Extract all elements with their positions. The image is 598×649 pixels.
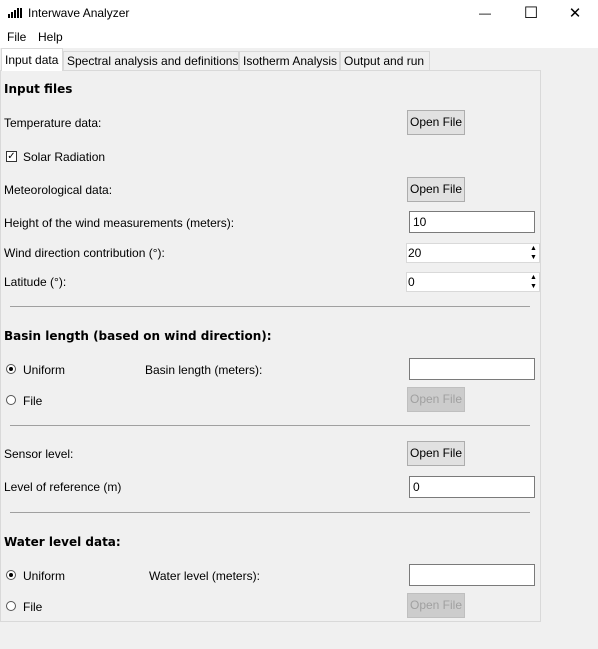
menu-help[interactable]: Help (38, 30, 63, 44)
wind-height-label: Height of the wind measurements (meters)… (4, 216, 235, 230)
tab-spectral-analysis[interactable]: Spectral analysis and definitions (63, 51, 239, 70)
water-uniform-label: Uniform (23, 569, 66, 583)
wind-direction-value: 20 (408, 246, 422, 260)
meteorological-open-file-button[interactable]: Open File (407, 177, 465, 202)
window-title: Interwave Analyzer (28, 6, 130, 20)
basin-length-label: Basin length (meters): (145, 363, 263, 377)
wind-direction-spinbox[interactable]: 20 ▲ ▼ (406, 243, 540, 263)
input-files-header: Input files (4, 82, 73, 96)
title-bar: Interwave Analyzer — ☐ ✕ (0, 0, 598, 27)
reference-level-field[interactable]: 0 (409, 476, 535, 498)
solar-radiation-label: Solar Radiation (23, 150, 106, 164)
basin-uniform-label: Uniform (23, 363, 66, 377)
spin-down-icon[interactable]: ▼ (528, 253, 539, 262)
wind-direction-label: Wind direction contribution (°): (4, 246, 165, 260)
basin-file-radio[interactable] (6, 395, 16, 405)
basin-uniform-radio[interactable] (6, 364, 16, 374)
solar-radiation-checkbox[interactable]: ✓ (6, 151, 17, 162)
tab-input-data[interactable]: Input data (1, 48, 63, 71)
basin-length-field[interactable] (409, 358, 535, 380)
meteorological-label: Meteorological data: (4, 183, 113, 197)
water-open-file-button[interactable]: Open File (407, 593, 465, 618)
latitude-spinbox[interactable]: 0 ▲ ▼ (406, 272, 540, 292)
sensor-open-file-button[interactable]: Open File (407, 441, 465, 466)
latitude-value: 0 (408, 275, 415, 289)
water-level-label: Water level (meters): (149, 569, 260, 583)
latitude-label: Latitude (°): (4, 275, 67, 289)
separator (10, 512, 530, 513)
spin-up-icon[interactable]: ▲ (528, 273, 539, 282)
temperature-open-file-button[interactable]: Open File (407, 110, 465, 135)
minimize-button[interactable]: — (462, 0, 508, 27)
latitude-arrows[interactable]: ▲ ▼ (528, 273, 539, 291)
separator (10, 425, 530, 426)
tab-isotherm-analysis[interactable]: Isotherm Analysis (239, 51, 340, 70)
water-level-header: Water level data: (4, 535, 121, 549)
basin-file-label: File (23, 394, 43, 408)
sensor-level-label: Sensor level: (4, 447, 74, 461)
spin-up-icon[interactable]: ▲ (528, 244, 539, 253)
spin-down-icon[interactable]: ▼ (528, 282, 539, 291)
water-uniform-radio[interactable] (6, 570, 16, 580)
basin-open-file-button[interactable]: Open File (407, 387, 465, 412)
water-file-radio[interactable] (6, 601, 16, 611)
app-icon (8, 8, 22, 18)
maximize-button[interactable]: ☐ (508, 0, 554, 27)
water-level-field[interactable] (409, 564, 535, 586)
menu-bar: File Help (0, 27, 598, 48)
menu-file[interactable]: File (7, 30, 26, 44)
basin-length-header: Basin length (based on wind direction): (4, 329, 272, 343)
water-file-label: File (23, 600, 43, 614)
wind-height-field[interactable]: 10 (409, 211, 535, 233)
wind-direction-arrows[interactable]: ▲ ▼ (528, 244, 539, 262)
separator (10, 306, 530, 307)
temperature-label: Temperature data: (4, 116, 102, 130)
close-button[interactable]: ✕ (552, 0, 598, 27)
tab-output-and-run[interactable]: Output and run (340, 51, 430, 70)
reference-level-label: Level of reference (m) (4, 480, 122, 494)
